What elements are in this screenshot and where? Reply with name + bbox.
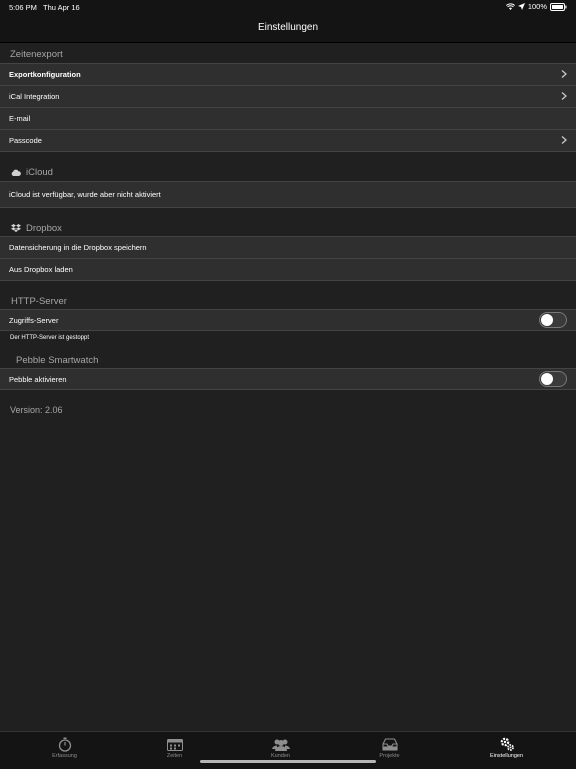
tab-label: Erfassung	[52, 753, 77, 759]
section-title: HTTP-Server	[11, 295, 67, 307]
section-header-http-server: HTTP-Server	[0, 291, 576, 311]
tab-kunden[interactable]: Kunden	[223, 735, 338, 759]
status-date: Thu Apr 16	[43, 3, 80, 12]
chevron-right-icon	[561, 135, 567, 146]
row-dropbox-load[interactable]: Aus Dropbox laden	[0, 258, 576, 281]
tab-label: Zeiten	[166, 753, 183, 759]
chevron-right-icon	[561, 69, 567, 80]
status-bar: 5:06 PM Thu Apr 16 100%	[0, 0, 576, 14]
tab-erfassung[interactable]: Erfassung	[7, 735, 122, 759]
home-indicator[interactable]	[200, 760, 376, 763]
chevron-right-icon	[561, 91, 567, 102]
row-label: Zugriffs-Server	[9, 315, 59, 325]
row-label: Datensicherung in die Dropbox speichern	[9, 243, 147, 252]
toggle-knob	[541, 373, 553, 385]
location-icon	[517, 3, 525, 10]
gears-icon	[449, 735, 564, 753]
version-label: Version: 2.06	[10, 405, 63, 415]
nav-bar: Einstellungen	[0, 14, 576, 43]
page-title: Einstellungen	[257, 22, 319, 33]
row-label: Aus Dropbox laden	[9, 265, 73, 274]
section-title: iCloud	[26, 166, 53, 178]
row-label: iCloud ist verfügbar, wurde aber nicht a…	[9, 190, 161, 199]
section-title: Zeitenexport	[10, 48, 63, 60]
row-dropbox-save[interactable]: Datensicherung in die Dropbox speichern	[0, 236, 576, 258]
tab-label: Einstellungen	[489, 753, 524, 759]
tab-label: Projekte	[379, 753, 400, 759]
calendar-icon	[117, 735, 232, 753]
section-header-icloud: iCloud	[0, 162, 576, 182]
row-ical-integration[interactable]: iCal Integration	[0, 85, 576, 107]
tab-zeiten[interactable]: Zeiten	[117, 735, 232, 759]
battery-percent: 100%	[527, 2, 547, 11]
row-label: Exportkonfiguration	[9, 70, 81, 79]
row-email[interactable]: E-mail	[0, 107, 576, 129]
tab-label: Kunden	[271, 753, 290, 759]
row-exportkonfiguration[interactable]: Exportkonfiguration	[0, 63, 576, 85]
tab-projekte[interactable]: Projekte	[332, 735, 447, 759]
tab-einstellungen[interactable]: Einstellungen	[449, 735, 564, 759]
section-header-zeitenexport: Zeitenexport	[0, 44, 576, 64]
stopwatch-icon	[7, 735, 122, 753]
pebble-toggle[interactable]	[539, 371, 567, 387]
section-title: Pebble Smartwatch	[16, 354, 99, 366]
section-header-pebble: Pebble Smartwatch	[0, 350, 576, 370]
row-zugriffs-server: Zugriffs-Server	[0, 309, 576, 331]
wifi-icon	[505, 3, 515, 10]
http-server-toggle[interactable]	[539, 312, 567, 328]
row-pebble-aktivieren: Pebble aktivieren	[0, 368, 576, 390]
cloud-icon	[11, 169, 21, 176]
row-label: E-mail	[9, 114, 31, 123]
battery-icon	[550, 2, 567, 11]
section-title: Dropbox	[26, 222, 62, 234]
http-server-footnote: Der HTTP-Server ist gestoppt	[10, 335, 90, 341]
inbox-icon	[332, 735, 447, 753]
dropbox-icon	[11, 224, 21, 232]
status-time: 5:06 PM	[9, 3, 37, 12]
row-passcode[interactable]: Passcode	[0, 129, 576, 152]
status-indicators: 100%	[505, 2, 567, 11]
people-icon	[223, 735, 338, 753]
row-label: iCal Integration	[9, 92, 60, 101]
tab-bar: Erfassung Zeiten Kunden Projekte Einstel…	[0, 731, 576, 769]
row-label: Pebble aktivieren	[9, 374, 67, 384]
row-icloud-status[interactable]: iCloud ist verfügbar, wurde aber nicht a…	[0, 181, 576, 208]
row-label: Passcode	[9, 136, 42, 145]
toggle-knob	[541, 314, 553, 326]
section-header-dropbox: Dropbox	[0, 218, 576, 238]
